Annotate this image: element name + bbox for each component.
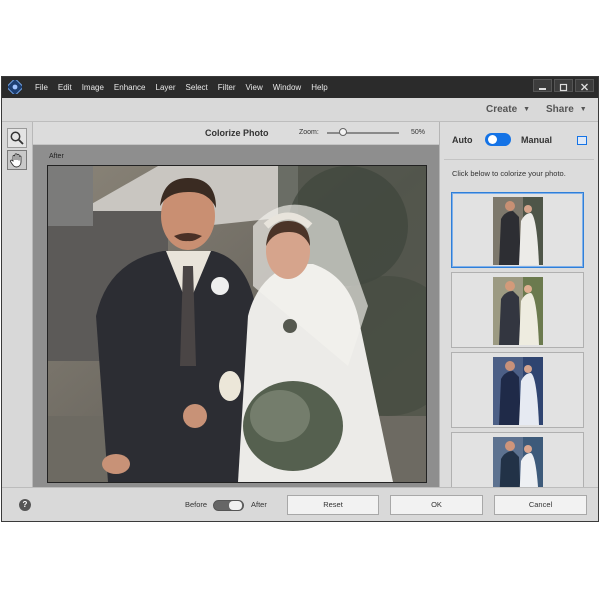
share-menu[interactable]: Share ▼ — [546, 98, 587, 121]
colorize-option-3[interactable] — [451, 352, 584, 428]
manual-label: Manual — [521, 135, 553, 145]
expand-panel-icon[interactable] — [577, 136, 587, 145]
menu-enhance[interactable]: Enhance — [109, 77, 151, 98]
hand-tool[interactable] — [7, 150, 27, 170]
zoom-tool[interactable] — [7, 128, 27, 148]
app-logo-icon — [8, 80, 22, 94]
maximize-button[interactable] — [554, 79, 573, 92]
view-label: After — [49, 153, 64, 160]
thumbnail-image — [493, 277, 543, 345]
before-after-toggle[interactable] — [213, 500, 244, 511]
minimize-icon — [539, 88, 546, 90]
action-bar: Create ▼ Share ▼ — [2, 98, 598, 122]
menu-bar: File Edit Image Enhance Layer Select Fil… — [2, 77, 598, 98]
zoom-value: 50% — [411, 129, 426, 136]
cancel-button[interactable]: Cancel — [494, 495, 587, 515]
minimize-button[interactable] — [533, 79, 552, 92]
hand-icon — [10, 153, 22, 168]
close-icon — [581, 83, 588, 91]
share-label: Share — [546, 104, 574, 115]
create-label: Create — [486, 104, 518, 115]
bottom-bar: ? Before After Reset OK Cancel — [2, 487, 598, 521]
panel-divider — [444, 159, 594, 160]
zoom-slider-handle[interactable] — [338, 128, 347, 136]
close-button[interactable] — [575, 79, 594, 92]
zoom-slider[interactable] — [327, 132, 399, 134]
thumbnail-image — [493, 357, 543, 425]
menu-image[interactable]: Image — [77, 77, 109, 98]
panel-title: Colorize Photo — [205, 128, 269, 138]
tool-column — [2, 122, 33, 487]
ok-button[interactable]: OK — [390, 495, 483, 515]
options-bar: Colorize Photo Zoom: 50% — [33, 122, 439, 145]
menu-help[interactable]: Help — [306, 77, 332, 98]
menu-view[interactable]: View — [241, 77, 268, 98]
colorized-photo[interactable] — [47, 165, 427, 483]
menu-file[interactable]: File — [30, 77, 53, 98]
chevron-down-icon: ▼ — [523, 106, 531, 113]
toggle-knob — [488, 135, 497, 144]
chevron-down-icon: ▼ — [579, 106, 587, 113]
before-label: Before — [185, 500, 208, 509]
maximize-icon — [559, 83, 568, 92]
help-icon[interactable]: ? — [19, 499, 31, 511]
reset-button[interactable]: Reset — [287, 495, 379, 515]
colorize-option-2[interactable] — [451, 272, 584, 348]
create-menu[interactable]: Create ▼ — [486, 98, 530, 121]
colorize-panel: Auto Manual Click below to colorize your… — [439, 122, 598, 508]
wedding-photo-image — [48, 166, 426, 482]
toggle-knob — [229, 501, 242, 510]
magnifier-icon — [10, 131, 24, 145]
menu-filter[interactable]: Filter — [213, 77, 241, 98]
panel-hint: Click below to colorize your photo. — [452, 169, 566, 178]
zoom-label: Zoom: — [299, 129, 319, 136]
canvas-area: After — [33, 145, 439, 487]
after-label: After — [251, 500, 267, 509]
menu-layer[interactable]: Layer — [151, 77, 181, 98]
editor-window: File Edit Image Enhance Layer Select Fil… — [1, 76, 599, 522]
auto-manual-toggle[interactable] — [485, 133, 511, 146]
menu-window[interactable]: Window — [268, 77, 306, 98]
menu-select[interactable]: Select — [181, 77, 213, 98]
menu-edit[interactable]: Edit — [53, 77, 77, 98]
colorize-option-1[interactable] — [451, 192, 584, 268]
auto-label: Auto — [452, 135, 473, 145]
thumbnail-image — [493, 197, 543, 265]
